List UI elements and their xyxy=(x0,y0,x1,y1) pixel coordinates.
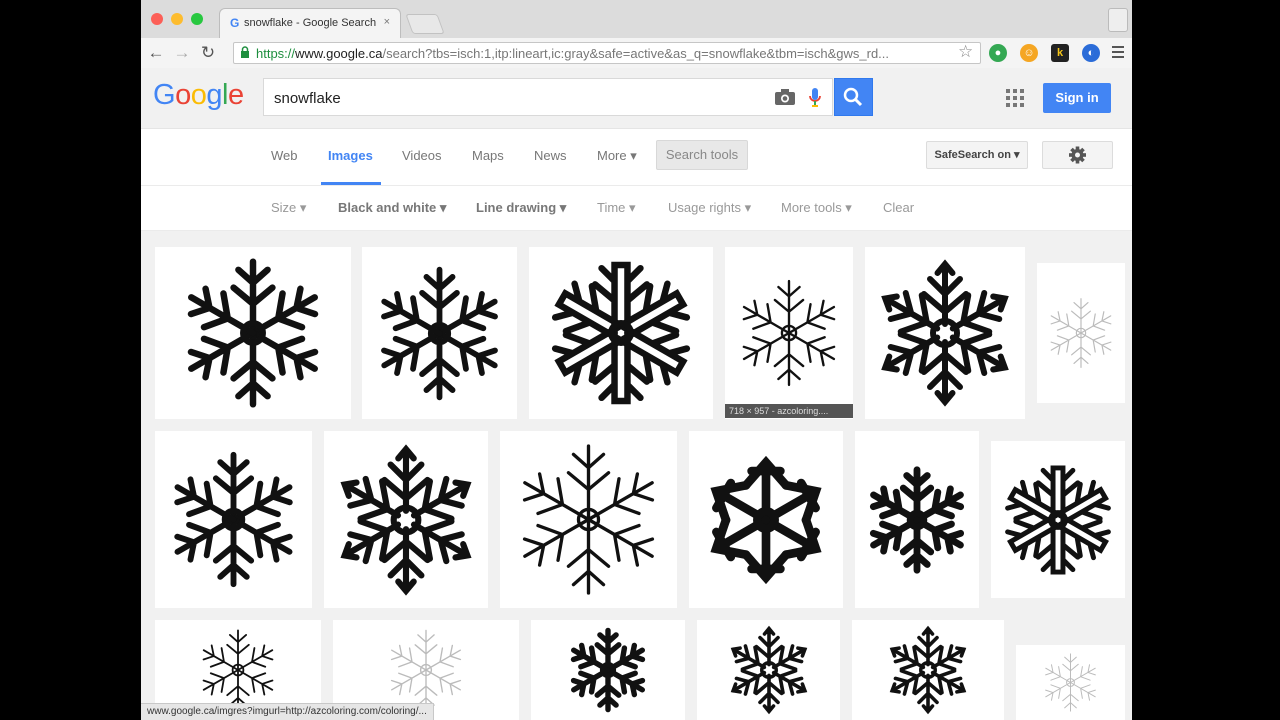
gear-icon xyxy=(1069,146,1086,164)
usage-rights-filter[interactable]: Usage rights ▾ xyxy=(668,200,751,216)
tab-close-icon[interactable]: × xyxy=(384,16,390,28)
logo-letter: o xyxy=(175,79,191,111)
microphone-icon[interactable] xyxy=(808,87,822,109)
snowflake-image xyxy=(187,258,319,408)
browser-toolbar: ← → ↻ https://www.google.ca/search?tbs=i… xyxy=(141,38,1132,69)
image-result[interactable] xyxy=(865,247,1025,419)
snowflake-image xyxy=(570,627,646,713)
image-result[interactable] xyxy=(155,431,312,608)
snowflake-image xyxy=(202,629,274,711)
google-favicon-icon: G xyxy=(230,16,240,30)
active-tab-indicator xyxy=(321,182,381,185)
snowflake-image xyxy=(730,625,807,715)
snowflake-image xyxy=(881,259,1009,407)
image-result[interactable] xyxy=(324,431,488,608)
logo-letter: e xyxy=(227,79,244,111)
browser-menu-icon[interactable] xyxy=(1112,46,1124,61)
bookmark-star-icon[interactable]: ☆ xyxy=(958,43,973,61)
search-button[interactable] xyxy=(834,78,873,116)
lock-icon xyxy=(241,46,249,58)
safesearch-dropdown[interactable]: SafeSearch on ▾ xyxy=(926,141,1028,169)
image-result[interactable] xyxy=(697,620,840,720)
image-result[interactable] xyxy=(1016,645,1125,720)
browser-tab[interactable]: G snowflake - Google Search × xyxy=(219,8,401,38)
image-result[interactable] xyxy=(725,247,853,419)
type-filter[interactable]: Line drawing ▾ xyxy=(476,200,566,216)
snowflake-image xyxy=(340,443,472,596)
snowflake-image xyxy=(889,625,967,715)
google-header: Google snowflake Sign in xyxy=(141,68,1132,129)
snowflake-image xyxy=(522,444,655,595)
logo-letter: o xyxy=(190,79,207,111)
size-filter[interactable]: Size ▾ xyxy=(271,200,306,216)
search-icon xyxy=(843,87,863,107)
snowflake-image xyxy=(710,455,822,584)
snowflake-image xyxy=(174,451,293,588)
image-size-caption: 718 × 957 - azcoloring.... xyxy=(725,404,853,418)
camera-icon[interactable] xyxy=(774,88,796,106)
close-window-button[interactable] xyxy=(151,13,163,25)
tab-images[interactable]: Images xyxy=(328,148,373,163)
tab-videos[interactable]: Videos xyxy=(402,148,442,163)
url-text: https://www.google.ca/search?tbs=isch:1,… xyxy=(256,46,890,61)
image-result[interactable] xyxy=(1037,263,1125,403)
image-result[interactable] xyxy=(529,247,713,419)
image-result[interactable] xyxy=(155,247,351,419)
snowflake-image xyxy=(1005,464,1111,575)
snowflake-image xyxy=(742,279,836,387)
search-box xyxy=(263,78,833,116)
tab-web[interactable]: Web xyxy=(271,148,298,163)
tab-news[interactable]: News xyxy=(534,148,567,163)
logo-letter: G xyxy=(153,79,176,111)
more-tools-filter[interactable]: More tools ▾ xyxy=(781,200,852,216)
image-result[interactable] xyxy=(991,441,1125,598)
new-tab-button[interactable] xyxy=(405,14,445,34)
address-bar[interactable]: https://www.google.ca/search?tbs=isch:1,… xyxy=(233,42,981,64)
minimize-window-button[interactable] xyxy=(171,13,183,25)
image-result[interactable] xyxy=(855,431,979,608)
forward-arrow-icon[interactable]: → xyxy=(171,42,193,64)
search-input[interactable] xyxy=(272,85,756,111)
time-filter[interactable]: Time ▾ xyxy=(597,200,636,216)
google-logo[interactable]: Google xyxy=(153,79,244,112)
image-result[interactable] xyxy=(362,247,517,419)
color-filter[interactable]: Black and white ▾ xyxy=(338,200,446,216)
zoom-window-button[interactable] xyxy=(191,13,203,25)
tab-maps[interactable]: Maps xyxy=(472,148,504,163)
image-result[interactable] xyxy=(852,620,1004,720)
tab-more[interactable]: More ▾ xyxy=(597,148,637,164)
search-nav: Web Images Videos Maps News More ▾ Searc… xyxy=(141,129,1132,186)
search-tools-button[interactable]: Search tools xyxy=(656,140,748,170)
extension-green-icon[interactable]: ● xyxy=(989,44,1007,62)
profile-icon[interactable] xyxy=(1108,8,1128,32)
browser-window: G snowflake - Google Search × ← → ↻ http… xyxy=(141,0,1132,720)
image-result[interactable] xyxy=(531,620,685,720)
sign-in-button[interactable]: Sign in xyxy=(1043,83,1111,113)
logo-letter: g xyxy=(206,79,222,111)
snowflake-image xyxy=(869,465,965,574)
image-result[interactable] xyxy=(689,431,843,608)
snowflake-image xyxy=(551,261,691,405)
image-result[interactable] xyxy=(500,431,677,608)
tab-strip: G snowflake - Google Search × xyxy=(141,0,1132,39)
extension-globe-icon[interactable]: ◐ xyxy=(1082,44,1100,62)
back-arrow-icon[interactable]: ← xyxy=(145,42,167,64)
apps-grid-icon[interactable] xyxy=(1006,89,1024,107)
snowflake-image xyxy=(1050,298,1112,368)
snowflake-image xyxy=(390,629,462,711)
clear-filters-link[interactable]: Clear xyxy=(883,200,914,215)
settings-button[interactable] xyxy=(1042,141,1113,169)
snowflake-image xyxy=(1045,653,1096,712)
reload-icon[interactable]: ↻ xyxy=(197,42,219,64)
search-tools-row: Size ▾ Black and white ▾ Line drawing ▾ … xyxy=(141,186,1132,231)
snowflake-image xyxy=(381,266,498,400)
status-bar: www.google.ca/imgres?imgurl=http://azcol… xyxy=(141,703,434,720)
tab-title: snowflake - Google Search xyxy=(244,17,377,29)
extension-k-icon[interactable]: k xyxy=(1051,44,1069,62)
image-results-grid xyxy=(141,231,1132,720)
extension-face-icon[interactable]: ☺ xyxy=(1020,44,1038,62)
